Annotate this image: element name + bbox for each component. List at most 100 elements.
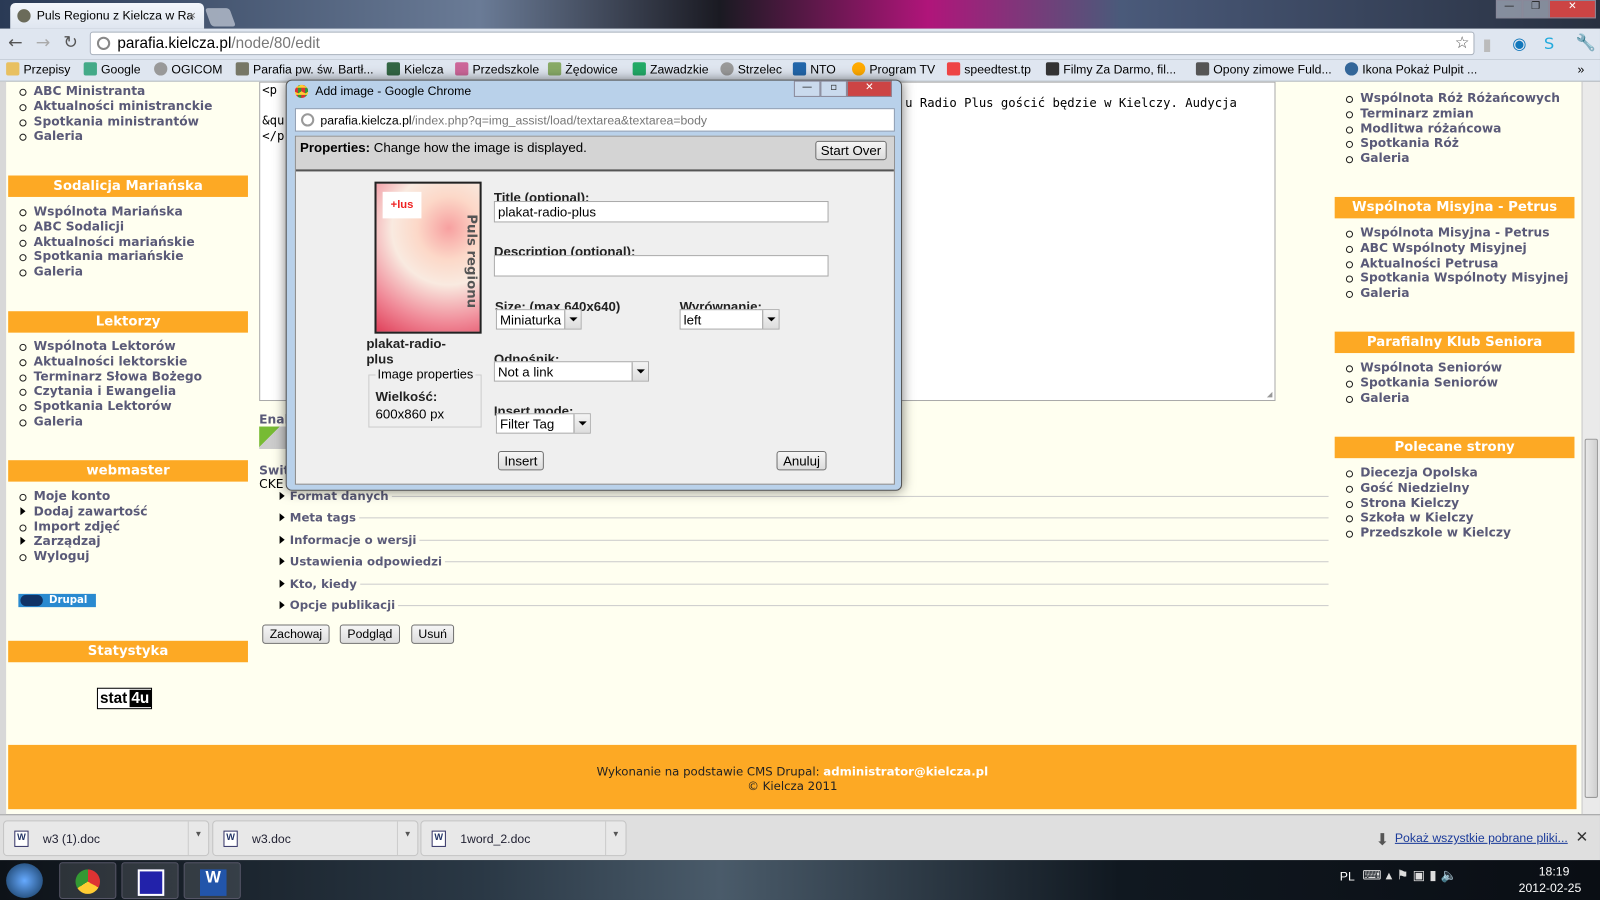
enable-link[interactable]: Enal — [259, 412, 289, 426]
align-select[interactable]: left — [679, 309, 780, 330]
bookmark[interactable]: Kielcza — [386, 62, 444, 77]
forward-icon[interactable]: → — [36, 33, 51, 53]
menu-link[interactable]: Import zdjęć — [8, 519, 147, 534]
address-bar[interactable]: parafia.kielcza.pl/node/80/edit ☆ — [89, 31, 1475, 56]
menu-link[interactable]: Spotkania ministrantów — [8, 114, 212, 129]
menu-link[interactable]: Aktualności Petrusa — [1335, 256, 1569, 271]
download-item[interactable]: Ww3 (1).doc ▼ — [3, 820, 210, 857]
save-button[interactable]: Zachowaj — [262, 624, 330, 644]
start-over-button[interactable]: Start Over — [815, 140, 887, 161]
fieldset-legend[interactable]: Kto, kiedy — [277, 576, 361, 591]
clock-time[interactable]: 18:19 — [1518, 864, 1589, 878]
taskbar-word[interactable]: W — [183, 862, 241, 899]
fieldset-legend[interactable]: Format danych — [277, 488, 392, 504]
chevron-down-icon[interactable]: ▼ — [396, 821, 417, 856]
menu-link[interactable]: Terminarz Słowa Bożego — [8, 369, 202, 384]
menu-link[interactable]: Modlitwa różańcowa — [1335, 121, 1560, 136]
menu-link[interactable]: Galeria — [8, 264, 194, 279]
back-icon[interactable]: ← — [8, 33, 23, 53]
bookmark[interactable]: Ikona Pokaż Pulpit ... — [1344, 62, 1477, 77]
menu-link[interactable]: Wspólnota Seniorów — [1335, 360, 1502, 375]
size-select[interactable]: Miniaturka — [495, 309, 582, 330]
description-input[interactable] — [493, 255, 829, 277]
fieldset-comments[interactable]: Ustawienia odpowiedzi — [277, 554, 1329, 568]
bookmark[interactable]: Google — [83, 62, 141, 77]
clock-date[interactable]: 2012-02-25 — [1514, 881, 1585, 895]
skype-icon[interactable]: S — [1544, 34, 1554, 53]
insert-mode-select[interactable]: Filter Tag — [495, 413, 591, 434]
bookmark[interactable]: Przedszkole — [455, 62, 539, 77]
image-thumbnail[interactable]: +lus Puls regionu — [374, 181, 482, 334]
menu-link[interactable]: Zarządzaj — [8, 534, 147, 549]
menu-link[interactable]: Spotkania mariańskie — [8, 249, 194, 264]
bookmark[interactable]: Żędowice — [547, 62, 618, 77]
dialog-maximize-button[interactable]: ▫ — [820, 80, 847, 97]
close-tab-icon[interactable]: × — [189, 8, 196, 22]
menu-link[interactable]: Szkoła w Kielczy — [1335, 511, 1511, 526]
menu-link[interactable]: Aktualności mariańskie — [8, 234, 195, 249]
preview-button[interactable]: Podgląd — [339, 624, 400, 644]
insert-button[interactable]: Insert — [497, 451, 544, 471]
fieldset-legend[interactable]: Informacje o wersji — [277, 532, 420, 547]
dialog-minimize-button[interactable]: — — [793, 80, 821, 97]
bookmark[interactable]: Filmy Za Darmo, fil... — [1045, 62, 1176, 77]
menu-link[interactable]: Terminarz zmian — [1335, 106, 1560, 121]
menu-link[interactable]: Galeria — [1335, 151, 1560, 166]
page-scrollbar[interactable] — [1581, 81, 1600, 815]
bookmark[interactable]: Parafia pw. św. Bartł... — [235, 62, 374, 77]
signal-extension-icon[interactable]: ▮ — [1483, 35, 1492, 54]
fieldset-legend[interactable]: Meta tags — [277, 510, 360, 525]
extension-icon[interactable]: ◉ — [1512, 34, 1526, 53]
close-downloads-icon[interactable]: ✕ — [1575, 828, 1588, 846]
menu-link[interactable]: Moje konto — [8, 489, 147, 504]
scrollbar-thumb[interactable] — [1584, 438, 1598, 798]
menu-link[interactable]: Spotkania Róż — [1335, 136, 1560, 151]
language-indicator[interactable]: PL — [1340, 869, 1355, 883]
bookmark[interactable]: speedtest.tp — [946, 62, 1031, 77]
drupal-badge[interactable]: Drupal — [18, 593, 96, 608]
show-all-downloads-link[interactable]: Pokaż wszystkie pobrane pliki... — [1395, 831, 1568, 845]
fieldset-authoring[interactable]: Kto, kiedy — [277, 576, 1329, 591]
title-input[interactable]: plakat-radio-plus — [493, 201, 829, 223]
menu-link[interactable]: Strona Kielczy — [1335, 495, 1511, 510]
download-item[interactable]: W 1word_2.doc ▼ — [420, 820, 627, 857]
chevron-down-icon[interactable]: ▼ — [605, 821, 625, 856]
menu-link[interactable]: Galeria — [1335, 286, 1569, 301]
tray-icons[interactable]: ⌨ ▴ ⚑ ▣ ▮ 🔈 — [1362, 868, 1457, 883]
reload-icon[interactable]: ↻ — [63, 33, 78, 53]
cancel-button[interactable]: Anuluj — [776, 451, 827, 471]
delete-button[interactable]: Usuń — [411, 624, 455, 644]
menu-link[interactable]: Galeria — [8, 129, 212, 144]
fieldset-format[interactable]: Format danych — [277, 488, 1329, 504]
bookmark[interactable]: OGICOM — [154, 62, 222, 77]
menu-link[interactable]: ABC Sodalicji — [8, 219, 194, 234]
menu-link[interactable]: Diecezja Opolska — [1335, 465, 1511, 480]
download-item[interactable]: Ww3.doc ▼ — [212, 820, 419, 857]
fieldset-publishing[interactable]: Opcje publikacji — [277, 597, 1329, 612]
menu-link[interactable]: Wspólnota Róż Różańcowych — [1335, 91, 1560, 106]
taskbar-save-app[interactable] — [121, 862, 179, 899]
add-image-icon[interactable] — [259, 426, 288, 449]
restore-button[interactable]: ❐ — [1522, 0, 1549, 19]
admin-email-link[interactable]: administrator@kielcza.pl — [823, 764, 988, 778]
browser-tab[interactable]: Puls Regionu z Kielcza w Ra × — [10, 3, 205, 29]
menu-link[interactable]: Galeria — [1335, 390, 1502, 405]
minimize-button[interactable]: — — [1495, 0, 1523, 19]
dialog-close-button[interactable]: ✕ — [846, 80, 892, 97]
bookmark[interactable]: Opony zimowe Fuld... — [1195, 62, 1332, 77]
menu-link[interactable]: Aktualności lektorskie — [8, 354, 202, 369]
star-icon[interactable]: ☆ — [1455, 33, 1470, 53]
menu-link[interactable]: Czytania i Ewangelia — [8, 384, 202, 399]
menu-link[interactable]: Dodaj zawartość — [8, 504, 148, 519]
menu-link[interactable]: Wspólnota Mariańska — [8, 204, 194, 219]
wrench-icon[interactable]: 🔧 — [1575, 33, 1595, 52]
start-button[interactable] — [6, 863, 43, 898]
resize-handle-icon[interactable]: ◢ — [1267, 390, 1273, 400]
close-window-button[interactable]: ✕ — [1548, 0, 1596, 19]
bookmark[interactable]: Przepisy — [6, 62, 70, 77]
menu-link[interactable]: Wspólnota Misyjna - Petrus — [1335, 226, 1569, 241]
bookmark[interactable]: NTO — [792, 62, 836, 77]
bookmark[interactable]: Zawadzkie — [632, 62, 709, 77]
menu-link[interactable]: Gość Niedzielny — [1335, 480, 1511, 495]
fieldset-revision[interactable]: Informacje o wersji — [277, 532, 1329, 547]
